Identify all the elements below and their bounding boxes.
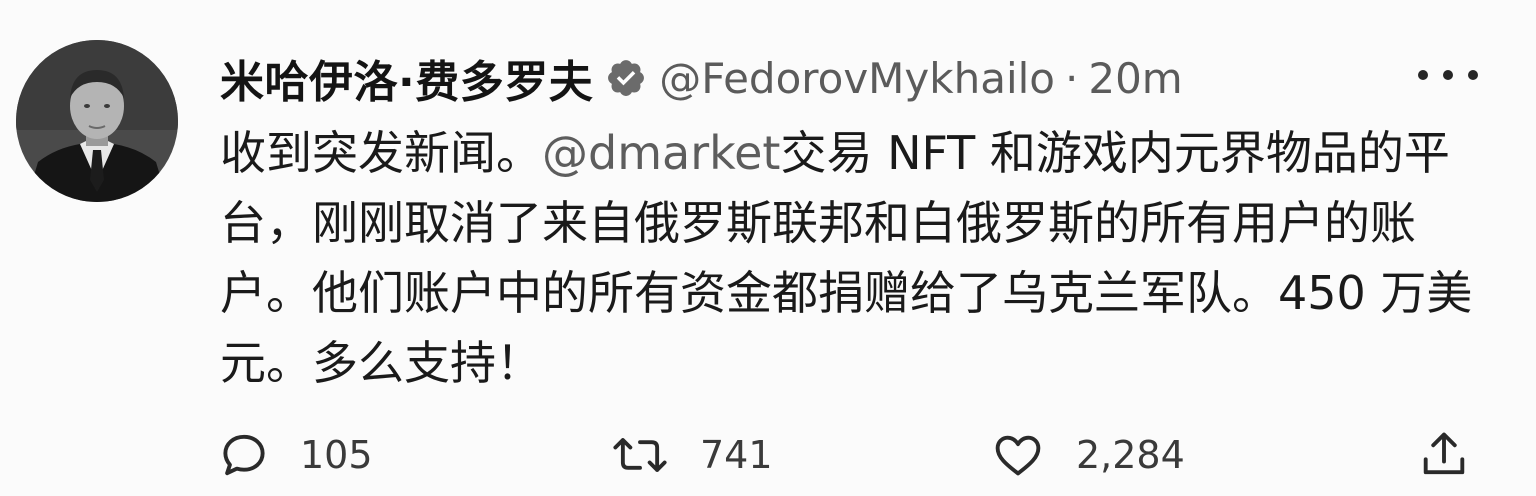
like-icon [990, 429, 1046, 481]
share-button[interactable] [1418, 420, 1470, 490]
action-bar: 105 741 2,284 [0, 420, 1536, 490]
tweet-text-part-1: 收到突发新闻。 [220, 126, 542, 180]
more-dot [1443, 70, 1453, 80]
tweet-text: 收到突发新闻。@dmarket交易 NFT 和游戏内元界物品的平台，刚刚取消了来… [220, 118, 1500, 398]
tweet-card[interactable]: 米哈伊洛·费多罗夫 @FedorovMykhailo · 20m 收到突发新闻。… [0, 0, 1536, 496]
retweet-icon [610, 429, 670, 481]
tweet-header: 米哈伊洛·费多罗夫 @FedorovMykhailo · 20m [220, 46, 1436, 110]
mention-link[interactable]: @dmarket [542, 126, 780, 180]
avatar[interactable] [16, 40, 178, 202]
reply-icon [218, 429, 270, 481]
timestamp[interactable]: 20m [1088, 54, 1182, 103]
like-button[interactable]: 2,284 [990, 420, 1185, 490]
reply-button[interactable]: 105 [218, 420, 373, 490]
more-options-icon[interactable] [1418, 60, 1478, 90]
user-handle[interactable]: @FedorovMykhailo [659, 54, 1055, 103]
share-icon [1418, 427, 1470, 483]
retweet-count: 741 [700, 433, 773, 477]
avatar-image [16, 40, 178, 202]
reply-count: 105 [300, 433, 373, 477]
like-count: 2,284 [1076, 433, 1185, 477]
verified-badge-icon [605, 57, 647, 99]
display-name[interactable]: 米哈伊洛·费多罗夫 [220, 46, 593, 110]
meta-separator: · [1064, 53, 1079, 103]
more-dot [1468, 70, 1478, 80]
more-dot [1418, 70, 1428, 80]
retweet-button[interactable]: 741 [610, 420, 773, 490]
